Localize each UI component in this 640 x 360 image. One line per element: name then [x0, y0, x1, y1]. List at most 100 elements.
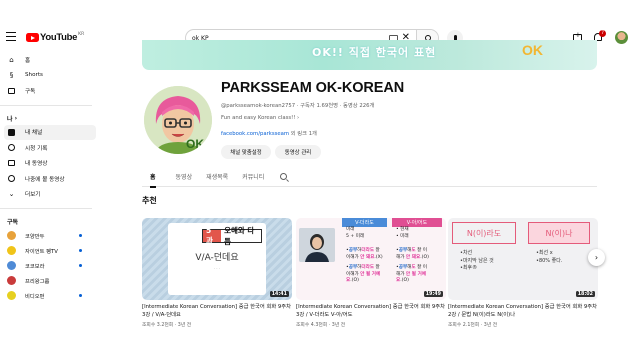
column-header: V-아/어도 — [392, 218, 442, 227]
video-meta: 조회수 3.2천회 · 3년 전 — [142, 323, 192, 328]
video-title[interactable]: [Intermediate Korean Conversation] 중급 한국… — [142, 304, 292, 319]
video-card[interactable]: N(이)라도 N(이)나 •차선 •마지막 남은 것 •최후® •최선 x •8… — [448, 218, 598, 328]
note-line: •최선 x — [536, 250, 553, 256]
example-text: •공부하더라도 잘 이해가 안 돼요.(X) — [346, 248, 383, 260]
video-duration: 14:41 — [269, 291, 289, 297]
top-bar: YouTube KR ok KP ✕ 7 — [0, 0, 640, 47]
subscription-item[interactable]: 자이언트 펭TV — [0, 243, 100, 258]
column-header: V-더라도 — [342, 218, 387, 227]
notification-badge: 7 — [599, 30, 606, 37]
channel-avatar — [7, 276, 16, 285]
sidebar-item-history[interactable]: 시청 기록 — [0, 140, 100, 156]
sidebar-item-more[interactable]: ⌄ 더보기 — [0, 187, 100, 203]
video-title[interactable]: [Intermediate Korean Conversation] 중급 한국… — [448, 304, 598, 319]
channel-banner: OK!! 직접 한국어 표현 OK — [142, 40, 597, 70]
svg-text:OK: OK — [186, 137, 204, 151]
sidebar-item-label: 나중에 볼 동영상 — [25, 176, 65, 183]
account-avatar[interactable] — [615, 31, 628, 44]
grammar-box: N(이)나 — [528, 222, 590, 244]
channel-description[interactable]: Fun and easy Korean class!! › — [221, 115, 299, 121]
notes-list: •최선 x •80% 좋다. — [536, 250, 562, 265]
channel-meta: @parksseamok-korean2757 · 구독자 1.69천명 · 동… — [221, 103, 375, 109]
sidebar: ⌂ 홈 § Shorts 구독 나 › 내 채널 시청 기록 내 동영상 나중에… — [0, 52, 100, 303]
video-title[interactable]: [Intermediate Korean Conversation] 중급 한국… — [296, 304, 446, 319]
section-title: 추천 — [142, 196, 157, 205]
new-content-dot — [79, 264, 82, 267]
column-row: 5 + 미래 — [346, 233, 365, 239]
tab-videos[interactable]: 동영상 — [176, 166, 193, 187]
presenter-video — [299, 228, 335, 262]
subscription-label: 자이언트 펭TV — [25, 248, 58, 255]
video-duration: 19:49 — [423, 291, 443, 297]
divider — [0, 104, 92, 106]
video-meta: 조회수 2.1천회 · 3년 전 — [448, 323, 498, 328]
carousel-next-button[interactable]: › — [588, 249, 605, 266]
sidebar-item-label: 홈 — [25, 57, 31, 64]
chevron-right-icon: › — [594, 253, 599, 262]
channel-links: facebook.com/parksseam 외 링크 1개 — [221, 129, 317, 137]
column-row: • 미래 — [396, 233, 409, 239]
comparison-column: V-아/어도 • 현재 • 미래 •공부해도 잘 이 해가 안 돼요.(O) •공… — [392, 218, 442, 300]
note-line: •마지막 남은 것 — [460, 257, 494, 264]
channel-link[interactable]: facebook.com/parksseam — [221, 131, 289, 137]
tab-playlists[interactable]: 재생목록 — [206, 166, 228, 187]
thumbnail-grammar: V/A-던데요 — [195, 253, 239, 263]
tab-home[interactable]: 홈 — [150, 166, 156, 188]
notes-list: •차선 •마지막 남은 것 •최후® — [460, 250, 494, 273]
chevron-down-icon: ⌄ — [8, 190, 15, 199]
note-line: •80% 좋다. — [536, 257, 563, 264]
menu-icon[interactable] — [6, 32, 18, 42]
logo-region: KR — [78, 32, 85, 37]
channel-tabs: 홈 동영상 재생목록 커뮤니티 — [142, 166, 597, 188]
banner-text: OK!! 직접 한국어 표현 — [312, 46, 437, 59]
sidebar-item-watch-later[interactable]: 나중에 볼 동영상 — [0, 171, 100, 187]
subscription-label: 프리왕그룹 — [25, 278, 50, 285]
tab-community[interactable]: 커뮤니티 — [242, 166, 264, 187]
sidebar-item-shorts[interactable]: § Shorts — [0, 68, 100, 84]
divider — [0, 208, 92, 209]
my-videos-icon — [7, 159, 16, 168]
watch-later-icon — [7, 174, 16, 183]
channel-search-icon[interactable] — [280, 172, 288, 180]
youtube-logo[interactable]: YouTube KR — [26, 32, 84, 43]
example-text: •공부하더라도 잘 이해가 안 될 거예 요.(O) — [346, 265, 381, 283]
subscription-item[interactable]: 프리왕그룹 — [0, 273, 100, 288]
channel-handle: @parksseamok-korean2757 — [221, 103, 296, 109]
sidebar-item-label: Shorts — [25, 72, 43, 79]
more-links[interactable]: 외 링크 1개 — [291, 131, 317, 137]
example-text: •공부해도 잘 이 해가 안 돼요.(O) — [396, 248, 429, 260]
comparison-column: V-더라도 미래 5 + 미래 •공부하더라도 잘 이해가 안 돼요.(X) •공… — [342, 218, 387, 300]
subscription-item[interactable]: 코코보라 — [0, 258, 100, 273]
sidebar-item-label: 구독 — [25, 88, 36, 95]
channel-avatar[interactable]: OK — [144, 86, 212, 154]
sidebar-item-my-channel[interactable]: 내 채널 — [4, 124, 96, 140]
video-card[interactable]: V-더라도 미래 5 + 미래 •공부하더라도 잘 이해가 안 돼요.(X) •공… — [296, 218, 446, 328]
subscription-label: 코양만두 — [25, 233, 45, 240]
new-content-dot — [79, 294, 82, 297]
subscription-item[interactable]: 코양만두 — [0, 228, 100, 243]
sidebar-item-label: 더보기 — [25, 192, 41, 199]
video-thumbnail[interactable]: 5과 오해와 다툼 V/A-던데요 · · · 14:41 — [142, 218, 292, 300]
sidebar-item-label: 내 채널 — [25, 130, 43, 137]
video-meta: 조회수 4.3천회 · 3년 전 — [296, 323, 346, 328]
manage-videos-button[interactable]: 동영상 관리 — [275, 145, 321, 159]
subscription-item[interactable]: 비디오펀 — [0, 288, 100, 303]
grammar-box: N(이)라도 — [452, 222, 516, 244]
lesson-title: 오해와 다툼 — [224, 226, 255, 246]
avatar-illustration: OK — [144, 86, 212, 154]
sidebar-section-me[interactable]: 나 › — [0, 112, 100, 125]
sidebar-item-subscriptions[interactable]: 구독 — [0, 83, 100, 99]
sidebar-item-home[interactable]: ⌂ 홈 — [0, 52, 100, 68]
note-line: •최후® — [460, 265, 478, 271]
video-card[interactable]: 5과 오해와 다툼 V/A-던데요 · · · 14:41 [Intermedi… — [142, 218, 292, 328]
video-thumbnail[interactable]: V-더라도 미래 5 + 미래 •공부하더라도 잘 이해가 안 돼요.(X) •공… — [296, 218, 446, 300]
channel-name: PARKSSEAM OK-KOREAN — [221, 80, 405, 96]
thumbnail-header: 5과 오해와 다툼 — [202, 226, 262, 246]
customize-channel-button[interactable]: 채널 맞춤설정 — [221, 145, 271, 159]
channel-avatar — [7, 246, 16, 255]
video-thumbnail[interactable]: N(이)라도 N(이)나 •차선 •마지막 남은 것 •최후® •최선 x •8… — [448, 218, 598, 300]
channel-avatar — [7, 231, 16, 240]
thumbnail-card: 5과 오해와 다툼 V/A-던데요 · · · — [168, 223, 266, 295]
channel-icon — [7, 128, 16, 137]
sidebar-item-my-videos[interactable]: 내 동영상 — [0, 156, 100, 172]
